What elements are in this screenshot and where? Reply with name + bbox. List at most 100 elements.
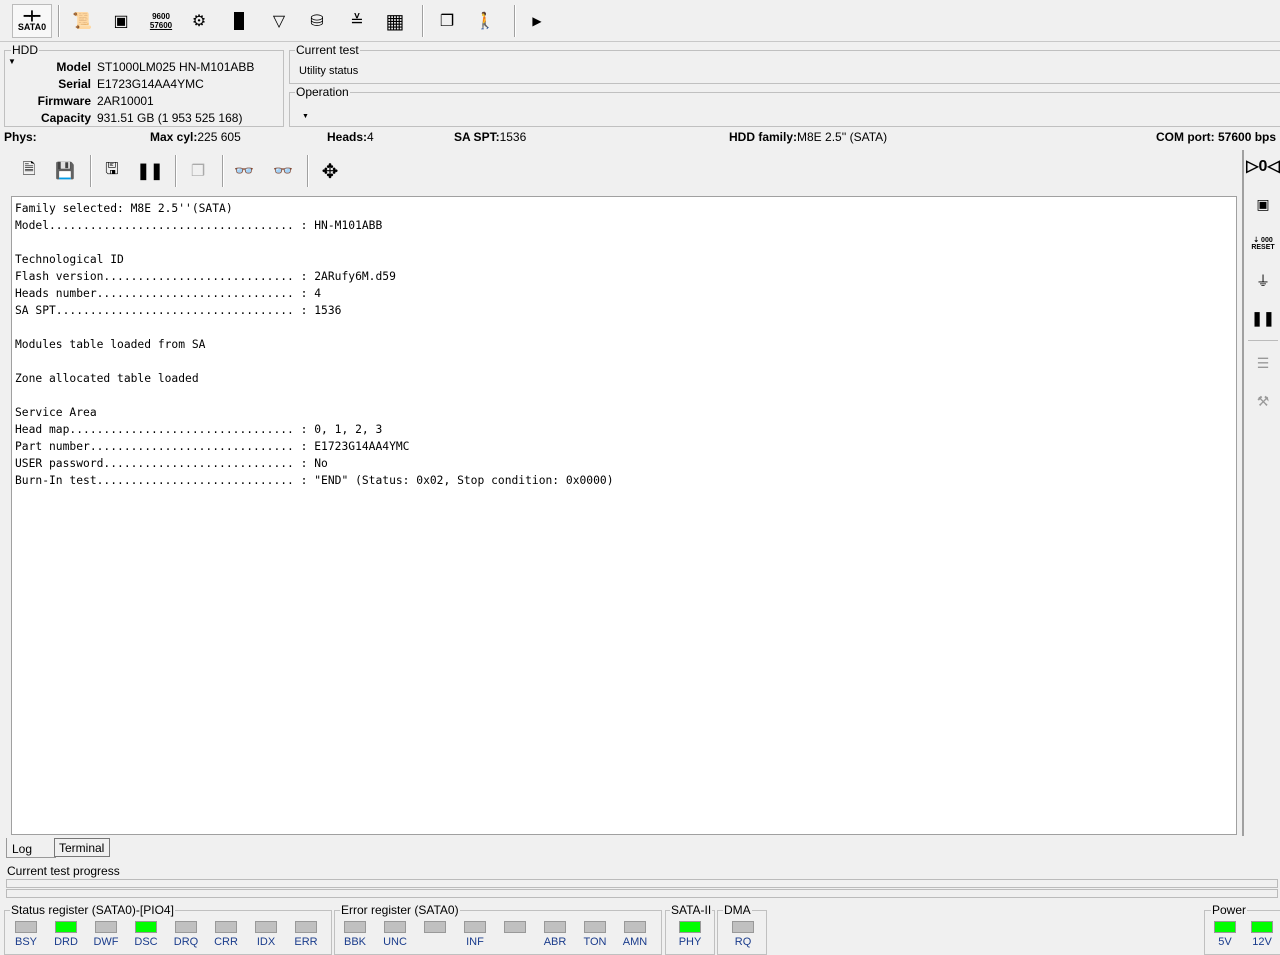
led-label: PHY xyxy=(678,936,702,948)
led-indicator xyxy=(679,921,701,933)
port-icon: ━╋━ xyxy=(23,10,41,21)
progress-bar-2 xyxy=(6,889,1278,898)
hdd-title: HDD xyxy=(11,43,39,57)
led-label: UNC xyxy=(383,936,407,948)
led-label: TON xyxy=(583,936,607,948)
firmware-value: 2AR10001 xyxy=(97,94,154,108)
led-indicator xyxy=(624,921,646,933)
tab-terminal[interactable]: Terminal xyxy=(54,838,110,857)
log-line: Family selected: M8E 2.5''(SATA) xyxy=(15,202,233,215)
current-test-group: Current test Utility status xyxy=(289,43,1280,84)
led-label: DRQ xyxy=(173,936,199,948)
status-register-group: Status register (SATA0)-[PIO4] xyxy=(4,903,332,955)
led-indicator xyxy=(295,921,317,933)
log-line: Model...................................… xyxy=(15,219,383,232)
led-indicator xyxy=(1251,921,1273,933)
log-line: SA SPT..................................… xyxy=(15,304,342,317)
board-icon: ▣ xyxy=(113,13,129,30)
move-button[interactable]: ✥ xyxy=(313,155,347,187)
grid-button[interactable]: ▦ xyxy=(378,5,412,37)
info-icon: 📜 xyxy=(72,13,92,30)
find-button[interactable]: 👓 xyxy=(227,155,261,187)
tab-log[interactable]: Log xyxy=(6,838,56,858)
ruler-button[interactable]: ▽ xyxy=(262,5,296,37)
pause-button[interactable]: ❚❚ xyxy=(133,155,167,187)
led-label: ABR xyxy=(543,936,567,948)
open-icon: 🗎 xyxy=(22,160,36,178)
led-label: 5V xyxy=(1218,936,1232,948)
led-label: AMN xyxy=(622,936,648,948)
pause-side-button[interactable]: ❚❚ xyxy=(1248,305,1278,331)
info-button[interactable]: 📜 xyxy=(65,5,99,37)
capacity-value: 931.51 GB (1 953 525 168) xyxy=(97,111,243,125)
led-indicator xyxy=(255,921,277,933)
power-switch-button[interactable]: ⏚ xyxy=(1248,268,1278,294)
led-label: RQ xyxy=(734,936,752,948)
stack-icon: ≚ xyxy=(350,13,364,30)
settings-disk-button[interactable]: ⚙ xyxy=(182,5,216,37)
current-test-value: Utility status xyxy=(299,65,359,77)
play-icon: ▶ xyxy=(532,14,542,28)
operation-group: Operation ▼ xyxy=(289,85,1280,127)
save-as-button[interactable]: 💾 xyxy=(48,155,82,187)
progress-label: Current test progress xyxy=(7,864,120,878)
zero-button[interactable]: ▷0◁ xyxy=(1246,153,1280,179)
board-button[interactable]: ▣ xyxy=(104,5,138,37)
tools-icon: ⚒ xyxy=(1256,392,1270,409)
stack-button[interactable]: ≚ xyxy=(340,5,374,37)
log-line: Modules table loaded from SA xyxy=(15,338,206,351)
save-as-icon: 💾 xyxy=(55,163,75,180)
led-indicator xyxy=(544,921,566,933)
move-arrows-icon: ✥ xyxy=(321,160,339,183)
led-indicator xyxy=(732,921,754,933)
windows-icon: ❐ xyxy=(439,13,455,30)
copy-button[interactable]: ❐ xyxy=(181,155,215,187)
save-icon: 🖫 xyxy=(105,160,119,178)
binoculars-icon: 👓 xyxy=(234,163,254,180)
chip-button[interactable] xyxy=(222,5,256,37)
toolbar: ━╋━ SATA0 📜 ▣ 9600 57600 ⚙ ▽ ⛁ ≚ ▦ ❐ 🚶 ▶ xyxy=(0,0,1280,42)
led-indicator xyxy=(384,921,406,933)
led-label: DSC xyxy=(134,936,158,948)
zero-icon: ▷0◁ xyxy=(1246,158,1280,175)
disk-button[interactable]: ⛁ xyxy=(300,5,334,37)
binoculars-next-icon: 👓 xyxy=(273,163,293,180)
model-value: ST1000LM025 HN-M101ABB xyxy=(97,60,255,74)
reset-button[interactable]: ⇣ 000 RESET xyxy=(1248,228,1278,258)
port-button[interactable]: ━╋━ SATA0 xyxy=(12,4,52,38)
log-line: Zone allocated table loaded xyxy=(15,372,199,385)
find-next-button[interactable]: 👓 xyxy=(266,155,300,187)
switch-icon: ⏚ xyxy=(1256,273,1270,289)
tools-button[interactable]: ⚒ xyxy=(1248,388,1278,414)
progress-bar xyxy=(6,879,1278,888)
log-output[interactable]: Family selected: M8E 2.5''(SATA) Model...… xyxy=(11,196,1237,835)
board-side-button[interactable]: ▣ xyxy=(1248,191,1278,217)
baud-rate-button[interactable]: 9600 57600 xyxy=(144,5,178,37)
exit-icon: 🚶 xyxy=(475,13,495,30)
led-label: INF xyxy=(466,936,484,948)
log-line: Technological ID xyxy=(15,253,124,266)
pause-icon: ❚❚ xyxy=(136,163,164,180)
grid-icon: ▦ xyxy=(385,10,405,33)
led-label: IDX xyxy=(256,936,276,948)
led-label: BSY xyxy=(14,936,37,948)
led-indicator xyxy=(215,921,237,933)
list-icon: ☰ xyxy=(1256,354,1270,371)
led-indicator xyxy=(175,921,197,933)
ruler-icon: ▽ xyxy=(272,13,286,30)
operation-dropdown-icon[interactable]: ▼ xyxy=(302,113,309,120)
led-indicator xyxy=(424,921,446,933)
exit-button[interactable]: 🚶 xyxy=(468,5,502,37)
list-button[interactable]: ☰ xyxy=(1248,350,1278,376)
log-line: Heads number............................… xyxy=(15,287,322,300)
reset-icon: ⇣ 000 xyxy=(1253,236,1273,244)
windows-button[interactable]: ❐ xyxy=(430,5,464,37)
save-button[interactable]: 🖫 xyxy=(95,155,129,187)
log-line: Burn-In test............................… xyxy=(15,474,614,487)
play-button[interactable]: ▶ xyxy=(520,5,554,37)
open-button[interactable]: 🗎 xyxy=(12,155,46,187)
